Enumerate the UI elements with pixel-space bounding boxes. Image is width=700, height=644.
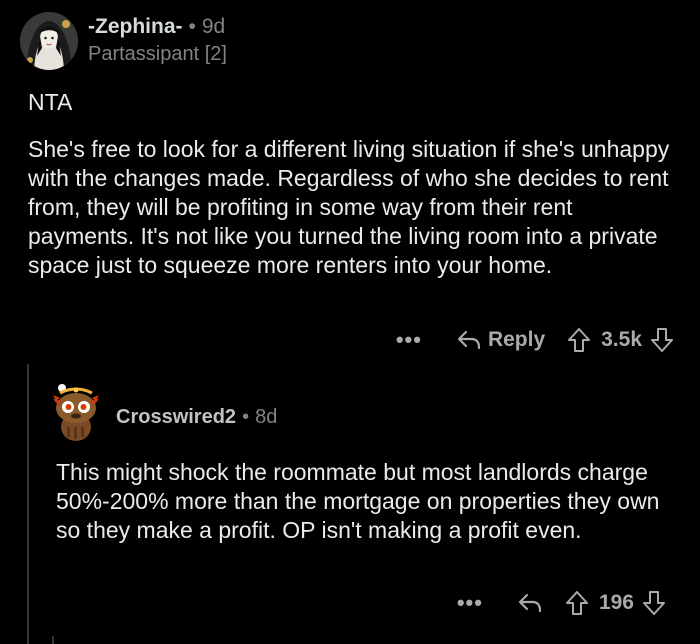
username[interactable]: -Zephina- [88,15,183,38]
downvote-arrow-icon[interactable] [650,327,674,353]
vote-score: 196 [598,591,634,614]
comment-actions: ••• 196 [457,588,666,618]
comment-paragraph: NTA [28,89,73,115]
reply-button[interactable]: Reply [456,328,545,352]
comment-header: -Zephina- • 9d Partassipant [2] [88,14,227,67]
comment-header: Crosswired2 • 8d [116,404,277,430]
meta-separator: • [242,406,250,428]
avatar[interactable] [20,12,78,70]
comment-paragraph: This might shock the roommate but most l… [56,459,660,543]
comment-age: 9d [201,15,226,38]
thread-line[interactable] [52,636,54,644]
more-options-button[interactable]: ••• [457,590,483,616]
comment-age: 8d [255,406,278,428]
thread-line[interactable] [27,364,29,644]
more-options-button[interactable]: ••• [396,327,422,353]
comment-body: This might shock the roommate but most l… [56,458,676,545]
downvote-arrow-icon[interactable] [642,590,666,616]
reply-arrow-icon [456,329,482,351]
comment-thread: -Zephina- • 9d Partassipant [2] NTA She's … [0,0,700,644]
comment-paragraph: She's free to look for a different livin… [28,136,670,278]
reply-arrow-icon [517,592,543,614]
avatar[interactable] [50,381,102,443]
meta-separator: • [188,15,196,38]
reply-button[interactable] [517,592,543,614]
user-flair: Partassipant [2] [88,43,227,65]
reply-label: Reply [487,328,546,351]
comment-body: NTA She's free to look for a different l… [28,88,678,298]
snoo-bear-avatar-icon [53,384,99,441]
username[interactable]: Crosswired2 [116,406,236,428]
anime-woman-avatar-icon [20,12,78,70]
vote-score: 3.5k [601,328,642,351]
upvote-arrow-icon[interactable] [565,590,589,616]
upvote-arrow-icon[interactable] [567,327,591,353]
comment-actions: ••• Reply 3.5k [396,325,674,355]
